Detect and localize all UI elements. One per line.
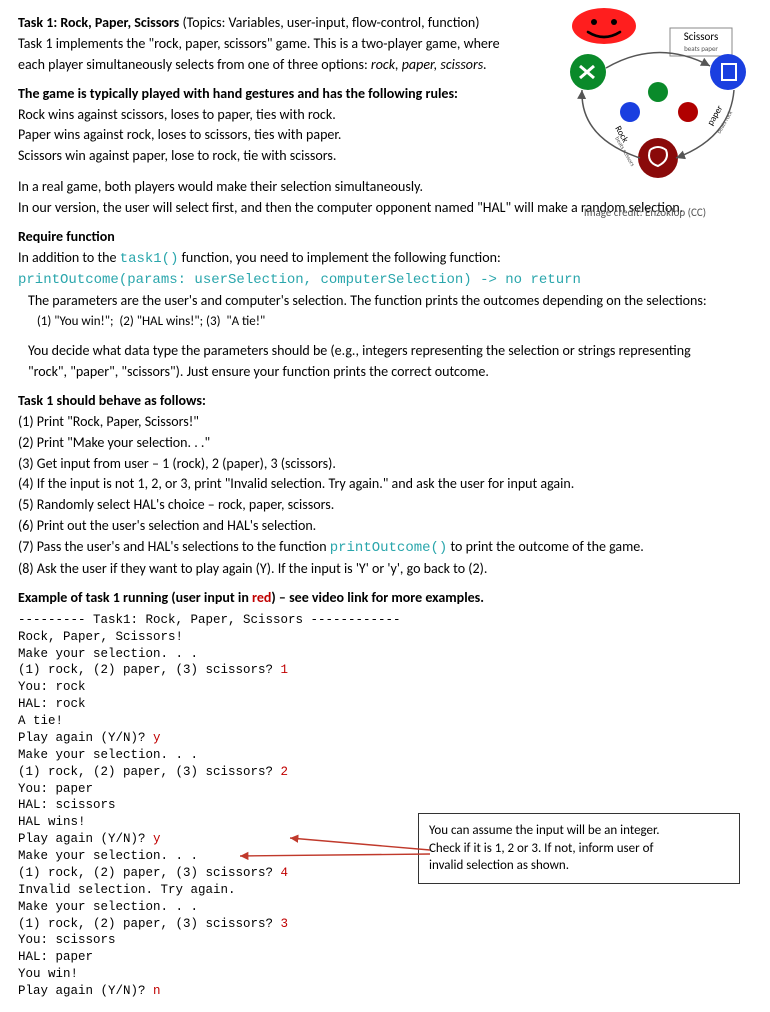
- run-i18: 3: [281, 917, 289, 931]
- page-root: Scissors beats paper Rock b: [0, 0, 770, 1012]
- rock-node: [638, 138, 678, 178]
- run-l22: Play again (Y/N)?: [18, 984, 153, 998]
- run-l09: (1) rock, (2) paper, (3) scissors?: [18, 765, 281, 779]
- step-7a: (7) Pass the user's and HAL's selections…: [18, 538, 330, 555]
- run-l19: You: scissors: [18, 933, 116, 947]
- callout-l3: invalid selection as shown.: [429, 857, 729, 875]
- reqfn-l3: (1) "You win!"; (2) "HAL wins!"; (3) "A …: [18, 313, 752, 331]
- step-1: (1) Print "Rock, Paper, Scissors!": [18, 413, 752, 432]
- smiley-icon: [572, 8, 636, 44]
- callout-box: You can assume the input will be an inte…: [418, 813, 740, 884]
- run-i07: y: [153, 731, 161, 745]
- example-run: --------- Task1: Rock, Paper, Scissors -…: [18, 612, 752, 1000]
- run-l06: A tie!: [18, 714, 63, 728]
- rps-diagram: Scissors beats paper Rock b: [530, 8, 760, 221]
- step-8: (8) Ask the user if they want to play ag…: [18, 560, 752, 579]
- reqfn-head: Require function: [18, 228, 752, 247]
- example-head-a: Example of task 1 running (user input in: [18, 589, 252, 606]
- run-l08: Make your selection. . .: [18, 748, 198, 762]
- run-i15: 4: [281, 866, 289, 880]
- run-l15: (1) rock, (2) paper, (3) scissors?: [18, 866, 281, 880]
- run-l11: HAL: scissors: [18, 798, 116, 812]
- run-l21: You win!: [18, 967, 78, 981]
- step-2: (2) Print "Make your selection. . .": [18, 434, 752, 453]
- step-4: (4) If the input is not 1, 2, or 3, prin…: [18, 475, 752, 494]
- callout-l1: You can assume the input will be an inte…: [429, 822, 729, 840]
- reqfn-l2: The parameters are the user's and comput…: [18, 292, 752, 311]
- run-l04: You: rock: [18, 680, 86, 694]
- run-l02: Make your selection. . .: [18, 647, 198, 661]
- code-task1: task1(): [120, 251, 179, 267]
- intro-l2-em: rock, paper, scissors.: [371, 56, 487, 73]
- example-head: Example of task 1 running (user input in…: [18, 589, 752, 608]
- reqfn-l1: In addition to the task1() function, you…: [18, 249, 752, 269]
- reqfn-l1b: function, you need to implement the foll…: [178, 249, 500, 266]
- behave-head: Task 1 should behave as follows:: [18, 392, 752, 411]
- run-i13: y: [153, 832, 161, 846]
- diagram-caption: Image credit: Enzoklop (CC): [530, 206, 760, 221]
- run-l16: Invalid selection. Try again.: [18, 883, 236, 897]
- intro-l2a: each player simultaneously selects from …: [18, 56, 371, 73]
- title-topics: (Topics: Variables, user-input, flow-con…: [182, 14, 479, 31]
- run-i09: 2: [281, 765, 289, 779]
- step-7: (7) Pass the user's and HAL's selections…: [18, 538, 752, 558]
- title-bold: Task 1: Rock, Paper, Scissors: [18, 14, 182, 31]
- run-l13: Play again (Y/N)?: [18, 832, 153, 846]
- step-5: (5) Randomly select HAL's choice – rock,…: [18, 496, 752, 515]
- rps-svg: Scissors beats paper Rock b: [530, 8, 760, 198]
- run-l00: --------- Task1: Rock, Paper, Scissors -…: [18, 613, 401, 627]
- example-head-b: ) – see video link for more examples.: [271, 589, 484, 606]
- callout-l2: Check if it is 1, 2 or 3. If not, inform…: [429, 840, 729, 858]
- reqfn-sig: printOutcome(params: userSelection, comp…: [18, 271, 752, 290]
- run-l20: HAL: paper: [18, 950, 93, 964]
- diagram-beats-paper: beats paper: [684, 44, 718, 53]
- step-3: (3) Get input from user – 1 (rock), 2 (p…: [18, 455, 752, 474]
- reqfn-l1a: In addition to the: [18, 249, 120, 266]
- run-l10: You: paper: [18, 782, 93, 796]
- reqfn-l4: You decide what data type the parameters…: [18, 342, 752, 361]
- step-7b: to print the outcome of the game.: [447, 538, 643, 555]
- example-head-red: red: [252, 589, 271, 606]
- code-printoutcome: printOutcome(): [330, 540, 448, 556]
- run-l05: HAL: rock: [18, 697, 86, 711]
- run-l17: Make your selection. . .: [18, 900, 198, 914]
- run-l07: Play again (Y/N)?: [18, 731, 153, 745]
- run-l12: HAL wins!: [18, 815, 86, 829]
- run-i22: n: [153, 984, 161, 998]
- run-l01: Rock, Paper, Scissors!: [18, 630, 183, 644]
- step-6: (6) Print out the user's selection and H…: [18, 517, 752, 536]
- diagram-scissors-label: Scissors: [684, 30, 719, 43]
- reqfn-l5: "rock", "paper", "scissors"). Just ensur…: [18, 363, 752, 382]
- run-i03: 1: [281, 663, 289, 677]
- run-l03: (1) rock, (2) paper, (3) scissors?: [18, 663, 281, 677]
- run-l14: Make your selection. . .: [18, 849, 198, 863]
- paper-node: [710, 54, 746, 90]
- run-l18: (1) rock, (2) paper, (3) scissors?: [18, 917, 281, 931]
